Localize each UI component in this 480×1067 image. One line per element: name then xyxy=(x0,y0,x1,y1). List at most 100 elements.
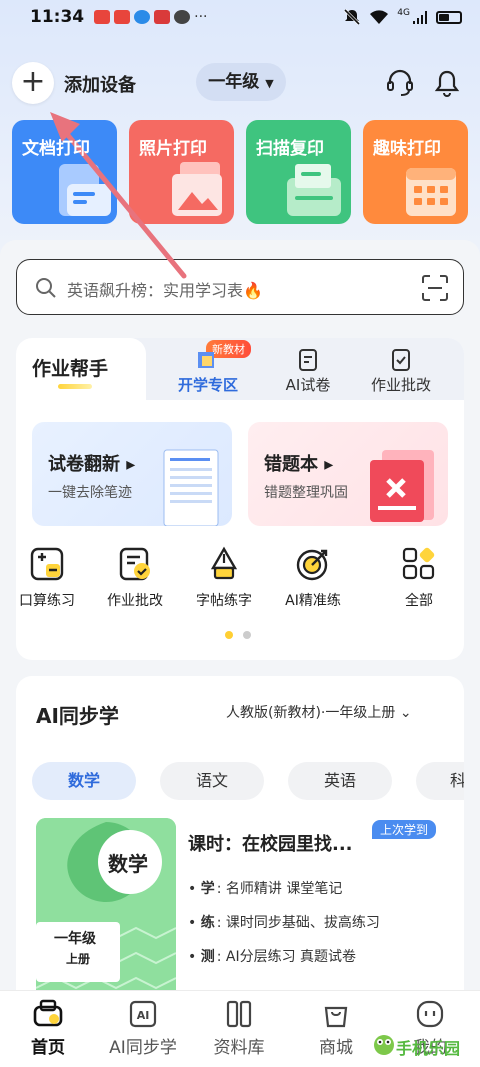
grid-item-calligraphy[interactable]: 字帖练字 xyxy=(179,538,269,610)
doc-print-card[interactable]: 文档打印 xyxy=(12,120,117,224)
nav-label: 商城 xyxy=(319,1038,353,1058)
grid-item-homework-check[interactable]: 作业批改 xyxy=(90,538,180,610)
error-book-icon xyxy=(370,450,434,522)
nav-home[interactable]: 首页 xyxy=(3,999,93,1058)
homework-tools-grid: 口算练习 作业批改 字帖练字 AI精准练 全部 xyxy=(16,538,464,628)
battery-icon xyxy=(436,10,462,24)
shopping-bag-icon xyxy=(324,1006,348,1028)
frog-logo-icon xyxy=(374,1035,394,1055)
homework-title: 作业帮手 xyxy=(32,358,109,380)
nav-label: 首页 xyxy=(31,1038,65,1058)
wrong-question-book-card[interactable]: 错题本 ▸ 错题整理巩固 xyxy=(248,422,448,526)
last-learned-badge: 上次学到 xyxy=(372,820,437,839)
tab-homework-correction[interactable]: 作业批改 xyxy=(361,348,441,394)
cover-volume: 上册 xyxy=(66,952,91,966)
wifi-icon xyxy=(370,10,389,24)
feature-title: 错题本 ▸ xyxy=(264,454,334,475)
paper-refresh-card[interactable]: 试卷翻新 ▸ 一键去除笔迹 xyxy=(32,422,232,526)
watermark-text: 手机乐园 xyxy=(396,1039,461,1058)
exam-paper-icon xyxy=(163,449,219,526)
photo-icon xyxy=(172,162,222,216)
grid-label: 字帖练字 xyxy=(196,593,252,609)
header: + 添加设备 一年级 ▼ xyxy=(0,58,480,106)
title-underline xyxy=(58,384,92,389)
subject-tabs: 数学 语文 英语 科 xyxy=(32,762,464,800)
tab-label: 开学专区 xyxy=(177,376,238,394)
page-dot-active xyxy=(225,631,233,639)
cover-grade: 一年级 xyxy=(54,931,96,947)
tab-ai-paper[interactable]: AI试卷 xyxy=(268,348,348,394)
document-icon xyxy=(59,164,111,216)
grid-icon xyxy=(402,547,435,580)
search-input[interactable]: 英语飙升榜：实用学习表🔥 xyxy=(67,277,263,301)
scanner-icon xyxy=(287,164,341,216)
search-bar[interactable]: 英语飙升榜：实用学习表🔥 xyxy=(16,259,464,315)
grade-label: 一年级 xyxy=(208,72,260,92)
nav-label: 资料库 xyxy=(213,1038,265,1058)
app-notification-icon xyxy=(114,10,131,24)
subject-tab-math[interactable]: 数学 xyxy=(32,762,136,800)
search-icon xyxy=(36,278,56,298)
ai-sync-title: AI同步学 xyxy=(36,704,119,728)
lesson-item-learn[interactable]: • 学: 名师精讲 课堂笔记 xyxy=(188,878,342,898)
grid-label: AI精准练 xyxy=(285,593,341,609)
subject-tab-science[interactable]: 科 xyxy=(416,762,464,800)
calculator-icon xyxy=(30,547,64,581)
page-dot xyxy=(243,631,251,639)
network-label: 4G xyxy=(397,8,410,18)
cover-pattern xyxy=(36,818,176,1006)
tab-label: AI试卷 xyxy=(285,376,331,394)
grid-item-all[interactable]: 全部 xyxy=(374,538,464,610)
grid-label: 口算练习 xyxy=(19,593,75,609)
nav-library[interactable]: 资料库 xyxy=(194,999,284,1058)
textbook-selector[interactable]: 人教版(新教材)·一年级上册 ⌄ xyxy=(226,702,412,722)
status-time: 11:34 xyxy=(30,7,85,27)
ai-sync-learning-card: AI同步学 人教版(新教材)·一年级上册 ⌄ 数学 语文 英语 科 数学 一年级… xyxy=(16,676,464,1006)
pen-nib-icon xyxy=(210,546,238,580)
nav-mall[interactable]: 商城 xyxy=(291,999,381,1058)
calendar-icon xyxy=(406,168,456,216)
book-icon xyxy=(198,352,214,368)
nav-ai-sync[interactable]: AI AI同步学 xyxy=(98,999,188,1058)
scan-copy-card[interactable]: 扫描复印 xyxy=(246,120,351,224)
caret-down-icon: ▼ xyxy=(265,77,274,90)
subject-tab-chinese[interactable]: 语文 xyxy=(160,762,264,800)
print-cards: 文档打印 照片打印 扫描复印 趣味打印 xyxy=(12,120,468,224)
check-doc-icon xyxy=(392,349,410,371)
photo-print-card[interactable]: 照片打印 xyxy=(129,120,234,224)
notification-icons: ··· xyxy=(94,9,207,25)
notification-bell-icon[interactable] xyxy=(432,68,462,98)
status-bar: 11:34 ··· 4G xyxy=(0,0,480,34)
add-device-label[interactable]: 添加设备 xyxy=(64,71,136,97)
homework-helper-card: 作业帮手 新教材 开学专区 AI试卷 作业批改 试卷翻新 ▸ 一键去除笔迹 错题… xyxy=(16,338,464,660)
lesson-item-practice[interactable]: • 练: 课时同步基础、拔高练习 xyxy=(188,912,380,932)
feature-title: 试卷翻新 ▸ xyxy=(48,454,136,475)
app-notification-icon xyxy=(154,10,171,24)
scan-icon[interactable] xyxy=(421,274,449,302)
chevron-down-icon: ⌄ xyxy=(399,705,412,721)
feature-subtitle: 错题整理巩固 xyxy=(264,485,348,501)
grid-item-oral-calc[interactable]: 口算练习 xyxy=(16,538,92,610)
nav-label: AI同步学 xyxy=(109,1038,177,1058)
lesson-item-test[interactable]: • 测: AI分层练习 真题试卷 xyxy=(188,946,356,966)
signal-icon xyxy=(413,11,427,24)
lesson-title[interactable]: 课时：在校园里找... xyxy=(188,830,353,856)
customer-service-icon[interactable] xyxy=(385,68,415,98)
card-label: 趣味打印 xyxy=(373,139,441,159)
svg-text:AI: AI xyxy=(137,1009,150,1022)
grade-selector[interactable]: 一年级 ▼ xyxy=(196,63,286,101)
check-doc-icon xyxy=(119,547,150,581)
app-notification-icon xyxy=(134,10,151,24)
target-icon xyxy=(296,549,328,581)
ai-book-icon: AI xyxy=(129,1000,157,1028)
grid-item-ai-practice[interactable]: AI精准练 xyxy=(268,538,358,610)
card-label: 扫描复印 xyxy=(256,139,324,159)
printer-home-icon xyxy=(33,999,63,1027)
subject-tab-english[interactable]: 英语 xyxy=(288,762,392,800)
fun-print-card[interactable]: 趣味打印 xyxy=(363,120,468,224)
status-right: 4G xyxy=(343,8,462,26)
textbook-cover[interactable]: 数学 一年级 上册 xyxy=(36,818,176,1006)
cover-subject: 数学 xyxy=(108,852,148,876)
add-device-button[interactable]: + xyxy=(12,62,54,104)
tab-school-start[interactable]: 开学专区 xyxy=(168,348,248,394)
